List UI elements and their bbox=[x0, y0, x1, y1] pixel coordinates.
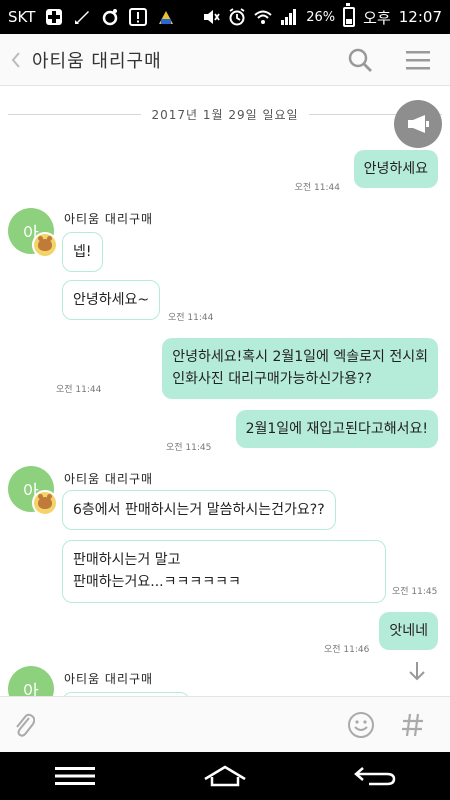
alarm-icon bbox=[228, 8, 246, 26]
message-text-line: 안녕하세요!혹시 2월1일에 엑솔로지 전시회 bbox=[172, 349, 428, 365]
message-text: 안녕하세요~ bbox=[73, 292, 150, 308]
home-icon[interactable] bbox=[195, 756, 255, 796]
hashtag-icon[interactable] bbox=[398, 710, 428, 740]
chat-area[interactable]: 2017년 1월 29일 일요일 안녕하세요 오전 11:44 아 아티움 대리… bbox=[0, 86, 450, 696]
app-notification-icon bbox=[157, 8, 175, 26]
message-bubble-incoming[interactable]: 6층에서 판매하시는거 말씀하시는건가요?? bbox=[62, 490, 336, 531]
ampm-label: 오후 bbox=[363, 8, 391, 27]
chat-title: 아티움 대리구매 bbox=[32, 50, 162, 72]
message-time: 오전 11:46 bbox=[324, 645, 370, 655]
search-icon[interactable] bbox=[346, 46, 374, 74]
message-text-line: 판매하는거요...ㅋㅋㅋㅋㅋㅋ bbox=[73, 574, 241, 591]
message-time: 오전 11:44 bbox=[168, 313, 214, 323]
menu-nav-icon[interactable] bbox=[45, 756, 105, 796]
back-icon[interactable] bbox=[4, 34, 28, 86]
message-text: 넵! bbox=[73, 244, 92, 260]
message-text: 2월1일에 재입고된다고해서요! bbox=[245, 421, 428, 437]
system-nav-bar bbox=[0, 752, 450, 800]
message-time: 오전 11:45 bbox=[166, 443, 212, 453]
avatar[interactable]: 아 bbox=[8, 666, 54, 696]
menu-icon[interactable] bbox=[404, 46, 432, 74]
sender-name: 아티움 대리구매 bbox=[64, 472, 154, 486]
volume-mute-icon bbox=[202, 8, 220, 26]
message-bubble-incoming[interactable]: 넵! bbox=[62, 232, 103, 273]
battery-percent: 26% bbox=[306, 9, 336, 25]
medical-cross-icon bbox=[45, 8, 63, 26]
paperclip-icon[interactable] bbox=[10, 711, 38, 739]
message-text: 6층에서 판매하시는거 말씀하시는건가요?? bbox=[73, 502, 325, 518]
date-separator: 2017년 1월 29일 일요일 bbox=[8, 106, 443, 123]
alert-icon bbox=[129, 8, 148, 26]
message-time: 오전 11:44 bbox=[56, 385, 102, 395]
back-nav-icon[interactable] bbox=[345, 756, 405, 796]
message-bubble-outgoing[interactable]: 앗네네 bbox=[379, 612, 438, 651]
message-bubble-incoming[interactable]: 판매하시는거 말고 판매하는거요...ㅋㅋㅋㅋㅋㅋ bbox=[62, 540, 386, 603]
message-time: 오전 11:44 bbox=[294, 183, 340, 193]
message-bubble-outgoing[interactable]: 안녕하세요!혹시 2월1일에 엑솔로지 전시회 인화사진 대리구매가능하신가용?… bbox=[162, 338, 438, 399]
message-bubble-incoming[interactable]: 안녕하세요~ bbox=[62, 280, 161, 321]
message-text: 앗네네 bbox=[389, 623, 428, 639]
chat-header: 아티움 대리구매 bbox=[0, 34, 450, 86]
sender-name: 아티움 대리구매 bbox=[64, 672, 154, 686]
status-bar: SKT 26% 오후 12:07 bbox=[0, 0, 450, 34]
sender-name: 아티움 대리구매 bbox=[64, 212, 154, 226]
message-bubble-outgoing[interactable]: 2월1일에 재입고된다고해서요! bbox=[235, 410, 438, 449]
camera-ring-icon bbox=[101, 8, 119, 26]
carrier-label: SKT bbox=[8, 8, 36, 26]
message-input[interactable] bbox=[46, 704, 338, 745]
date-separator-text: 2017년 1월 29일 일요일 bbox=[151, 108, 299, 122]
scroll-down-icon[interactable] bbox=[406, 660, 428, 682]
cleaner-icon bbox=[73, 8, 91, 26]
bear-badge-icon bbox=[32, 490, 58, 516]
message-text: 안녕하세요 bbox=[363, 161, 428, 177]
battery-icon bbox=[343, 3, 356, 27]
message-text-line: 판매하시는거 말고 bbox=[73, 552, 181, 568]
message-text-line: 인화사진 대리구매가능하신가용?? bbox=[172, 371, 372, 388]
emoji-icon[interactable] bbox=[346, 710, 376, 740]
input-bar bbox=[0, 696, 450, 752]
megaphone-icon[interactable] bbox=[394, 100, 442, 148]
bear-badge-icon bbox=[32, 232, 58, 258]
message-bubble-outgoing[interactable]: 안녕하세요 bbox=[353, 150, 438, 189]
message-time: 오전 11:45 bbox=[392, 587, 438, 597]
wifi-icon bbox=[254, 8, 272, 26]
clock: 12:07 bbox=[398, 8, 442, 26]
signal-icon bbox=[280, 8, 298, 26]
